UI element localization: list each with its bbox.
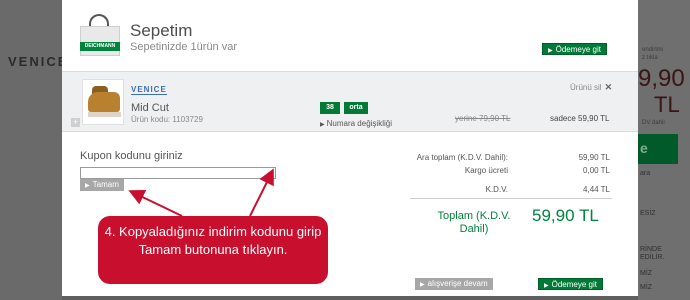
old-price: yerine 79,90 TL [455,114,511,123]
zoom-icon[interactable]: + [71,118,80,127]
remove-item-label: Ürünü sil [570,83,602,92]
summary-divider [410,198,612,199]
instruction-callout: 4. Kopyaladığınız indirim kodunu girip T… [98,216,328,284]
background-text: ara [640,170,651,177]
total-value: 59,90 TL [532,206,599,225]
background-page-left: VENICE [0,0,66,300]
checkout-button-top[interactable]: ▶ Ödemeye git [542,43,607,55]
arrow-right-icon: ▶ [85,183,90,189]
bag-logo-text: DEICHMANN [80,42,120,51]
background-text: RİNDE [640,246,662,253]
cart-title: Sepetim [130,21,193,40]
checkout-button-bottom[interactable]: ▶ Ödemeye git [538,278,603,290]
vat-value: 4,44 TL [583,185,610,194]
shopping-bag-icon: DEICHMANN [78,12,122,56]
cart-subtitle: Sepetinizde 1ürün var [130,41,238,53]
close-icon: ✕ [604,82,613,92]
size-change-label: Numara değişikliği [326,119,392,128]
product-brand: VENICE [131,85,167,95]
checkout-button-label: Ödemeye git [551,280,597,289]
remove-item-button[interactable]: Ürünü sil ✕ [570,82,612,93]
width-badge: orta [344,102,368,114]
background-text: MİZ [640,270,653,277]
background-button: e [638,134,678,164]
background-logo: VENICE [8,54,69,69]
background-text: EDİLİR. [640,254,665,261]
vat-label: K.D.V. [485,185,508,194]
product-image[interactable] [82,79,124,125]
arrow-right-icon: ▶ [548,48,553,54]
coupon-apply-button[interactable]: ▶ Tamam [80,179,124,191]
continue-shopping-button[interactable]: ▶ alışverişe devam [415,278,493,290]
size-badge: 38 [320,102,340,114]
total-label: Toplam (K.D.V. Dahil) [437,210,511,235]
modal-bottom-edge [62,296,638,300]
arrow-right-icon: ▶ [544,283,549,289]
background-text: endirimi [642,47,664,53]
background-price: 9,90 [638,65,685,92]
coupon-input[interactable] [80,167,276,179]
new-price: sadece 59,90 TL [550,114,610,123]
background-tax: DV dahil [642,120,665,126]
product-code: Ürün kodu: 1103729 [131,115,203,124]
arrow-right-icon: ▶ [420,282,425,288]
shipping-value: 0,00 TL [583,166,610,175]
coupon-label: Kupon kodunu giriniz [80,150,183,162]
subtotal-value: 59,90 TL [578,153,610,162]
background-text: ESİZ [640,210,656,217]
background-page-right: endirimi z tıkla 9,90 TL DV dahil e ara … [638,0,690,300]
background-text: z tıkla [642,55,658,61]
product-name[interactable]: Mid Cut [131,102,169,114]
checkout-button-label: Ödemeye git [555,45,601,54]
size-change-link[interactable]: ▶ Numara değişikliği [320,119,392,128]
cart-item-row: + VENICE Mid Cut Ürün kodu: 1103729 38 o… [62,71,638,132]
arrow-right-icon: ▶ [320,122,325,128]
subtotal-label: Ara toplam (K.D.V. Dahil): [416,153,508,162]
background-currency: TL [654,92,680,117]
shipping-label: Kargo ücreti [464,166,508,175]
background-text: MİZ [640,284,653,291]
coupon-apply-label: Tamam [92,180,119,189]
continue-shopping-label: alışverişe devam [427,279,488,288]
